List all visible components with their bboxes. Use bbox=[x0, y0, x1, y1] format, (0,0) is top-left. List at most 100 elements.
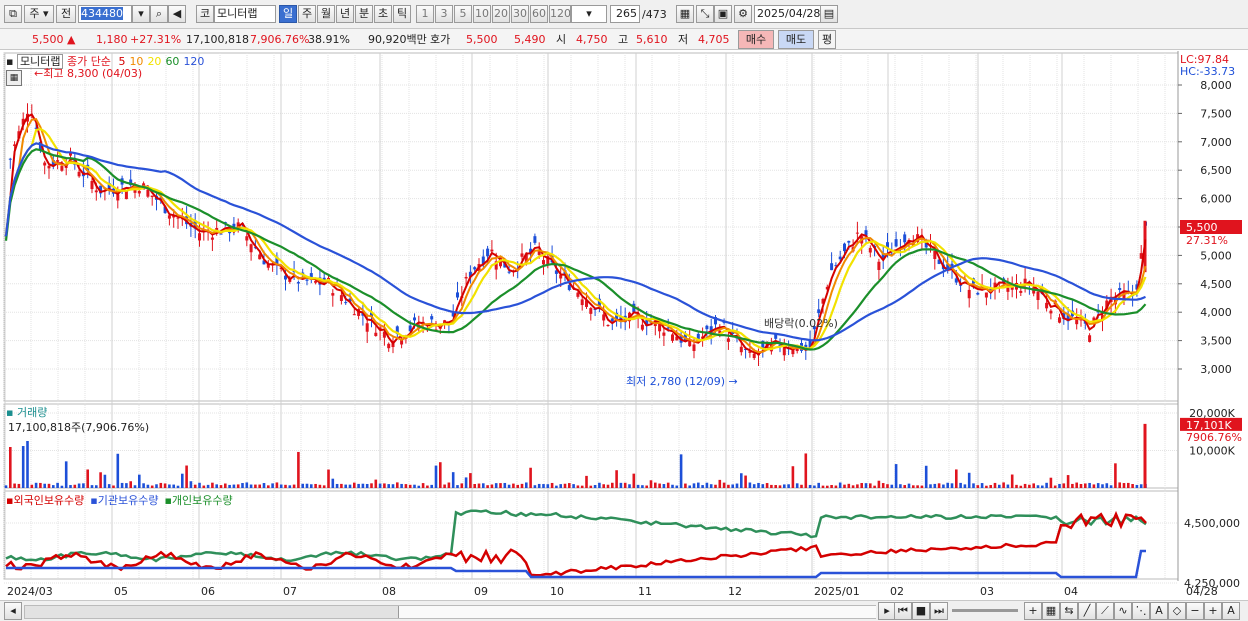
table-icon[interactable]: ▦ bbox=[6, 70, 22, 86]
buy-button[interactable]: 매수 bbox=[738, 30, 774, 49]
volume-bar bbox=[1096, 483, 1100, 488]
search-icon[interactable]: ⌕ bbox=[150, 5, 168, 23]
zoom-in-icon[interactable]: + bbox=[1204, 602, 1222, 620]
volume-bar bbox=[353, 482, 356, 488]
font-size-icon[interactable]: A bbox=[1222, 602, 1240, 620]
fib-icon[interactable]: ⋱ bbox=[1132, 602, 1150, 620]
volume-bar bbox=[1127, 482, 1130, 488]
scroll-left-icon[interactable]: ◂ bbox=[4, 602, 22, 620]
scroll-thumb[interactable] bbox=[398, 606, 876, 618]
horizontal-scrollbar[interactable] bbox=[24, 605, 876, 619]
zoom-slider[interactable] bbox=[952, 609, 1018, 612]
calendar-icon[interactable]: ▤ bbox=[820, 5, 838, 23]
save-icon[interactable]: ▣ bbox=[714, 5, 732, 23]
volume-bar bbox=[301, 483, 304, 488]
volume-bar bbox=[305, 483, 309, 488]
compare-icon[interactable]: ⇆ bbox=[1060, 602, 1078, 620]
interval-tab-1[interactable]: 3 bbox=[435, 5, 453, 23]
holding-legend-2: ▪개인보유수량 bbox=[164, 494, 233, 507]
wave-icon[interactable]: ∿ bbox=[1114, 602, 1132, 620]
volume-bar bbox=[1006, 484, 1010, 488]
period-tab-5[interactable]: 초 bbox=[374, 5, 392, 23]
volume-bar bbox=[989, 485, 992, 488]
volume-bar bbox=[1071, 483, 1074, 488]
resize-icon[interactable]: ⤡ bbox=[696, 5, 714, 23]
date-input[interactable]: 2025/04/28 bbox=[754, 5, 822, 23]
stock-chart[interactable]: 8,000 7,500 7,000 6,500 6,000 5,500 5,000 4,500… bbox=[0, 51, 1248, 600]
code-input[interactable]: 434480 bbox=[78, 5, 132, 23]
interval-dropdown[interactable]: ▾ bbox=[571, 5, 607, 23]
volume-bar bbox=[722, 482, 726, 488]
interval-tab-2[interactable]: 5 bbox=[454, 5, 472, 23]
table-icon[interactable]: ▦ bbox=[1042, 602, 1060, 620]
draw-trend-icon[interactable]: ⟋ bbox=[1096, 602, 1114, 620]
volume-bar bbox=[314, 483, 317, 488]
volume-bar bbox=[864, 483, 868, 488]
volume-bar bbox=[477, 483, 481, 488]
volume-bar bbox=[159, 482, 163, 488]
candle bbox=[1088, 335, 1092, 342]
zoom-out-icon[interactable]: − bbox=[1186, 602, 1204, 620]
gear-icon[interactable]: ⚙ bbox=[734, 5, 752, 23]
crosshair-icon[interactable]: + bbox=[1024, 602, 1042, 620]
volume-bar bbox=[912, 485, 915, 488]
candle bbox=[739, 346, 743, 353]
volume-bar bbox=[1114, 463, 1117, 488]
settings-dot-icon[interactable]: ▪ bbox=[6, 55, 13, 68]
interval-tab-3[interactable]: 10 bbox=[473, 5, 491, 23]
volume-bar bbox=[451, 472, 455, 488]
interval-tab-5[interactable]: 30 bbox=[511, 5, 529, 23]
volume-bar bbox=[383, 483, 386, 488]
volume-bar bbox=[516, 484, 519, 488]
sell-button[interactable]: 매도 bbox=[778, 30, 814, 49]
candle bbox=[610, 318, 614, 322]
forward-icon[interactable]: ⏭ bbox=[930, 602, 948, 620]
candle bbox=[90, 180, 94, 190]
candle bbox=[198, 233, 201, 241]
holding-legend-1: ▪기관보유수량 bbox=[90, 494, 159, 507]
count-input[interactable]: 265 bbox=[610, 5, 640, 23]
interval-tab-0[interactable]: 1 bbox=[416, 5, 434, 23]
volume-bar bbox=[774, 485, 777, 488]
period-tab-0[interactable]: 일 bbox=[279, 5, 297, 23]
period-tab-1[interactable]: 주 bbox=[298, 5, 316, 23]
period-type-select[interactable]: 주 ▾ bbox=[24, 5, 54, 23]
volume-bar bbox=[52, 485, 55, 488]
period-tab-3[interactable]: 년 bbox=[336, 5, 354, 23]
volume-bar bbox=[705, 482, 709, 488]
market-button[interactable]: 전 bbox=[56, 5, 76, 23]
grid-icon[interactable]: ▦ bbox=[676, 5, 694, 23]
rewind-icon[interactable]: ⏮ bbox=[894, 602, 912, 620]
volume-bar bbox=[64, 461, 68, 488]
volume-bar bbox=[697, 482, 700, 488]
interval-tab-7[interactable]: 120 bbox=[549, 5, 571, 23]
period-tab-6[interactable]: 틱 bbox=[393, 5, 411, 23]
volume-bar bbox=[142, 483, 145, 488]
interval-tab-4[interactable]: 20 bbox=[492, 5, 510, 23]
interval-tab-6[interactable]: 60 bbox=[530, 5, 548, 23]
candle bbox=[791, 349, 795, 355]
period-tab-2[interactable]: 월 bbox=[317, 5, 335, 23]
volume-bar bbox=[1079, 483, 1083, 488]
volume-bar bbox=[1041, 485, 1044, 488]
window-icon[interactable]: ⧉ bbox=[4, 5, 22, 23]
text-tool-icon[interactable]: A bbox=[1150, 602, 1168, 620]
pct-tag-text: 27.31% bbox=[1186, 234, 1228, 247]
volume-bar bbox=[107, 484, 111, 488]
eval-button[interactable]: 평 bbox=[818, 30, 836, 49]
price-tick-label: 3,000 bbox=[1200, 363, 1232, 376]
dropdown-arrow-icon[interactable]: ▾ bbox=[132, 5, 150, 23]
volume-bar bbox=[675, 485, 679, 488]
stop-icon[interactable]: ■ bbox=[912, 602, 930, 620]
audio-icon[interactable]: ◀ bbox=[168, 5, 186, 23]
volume-bar bbox=[847, 483, 851, 488]
shapes-icon[interactable]: ◇ bbox=[1168, 602, 1186, 620]
candle bbox=[210, 237, 214, 240]
volume-bar bbox=[752, 484, 756, 488]
volume-bar bbox=[589, 485, 593, 488]
month-label: 2024/03 bbox=[7, 585, 53, 598]
period-tab-4[interactable]: 분 bbox=[355, 5, 373, 23]
candle bbox=[1058, 317, 1061, 323]
volume-bar bbox=[649, 480, 653, 488]
draw-line-icon[interactable]: ╱ bbox=[1078, 602, 1096, 620]
